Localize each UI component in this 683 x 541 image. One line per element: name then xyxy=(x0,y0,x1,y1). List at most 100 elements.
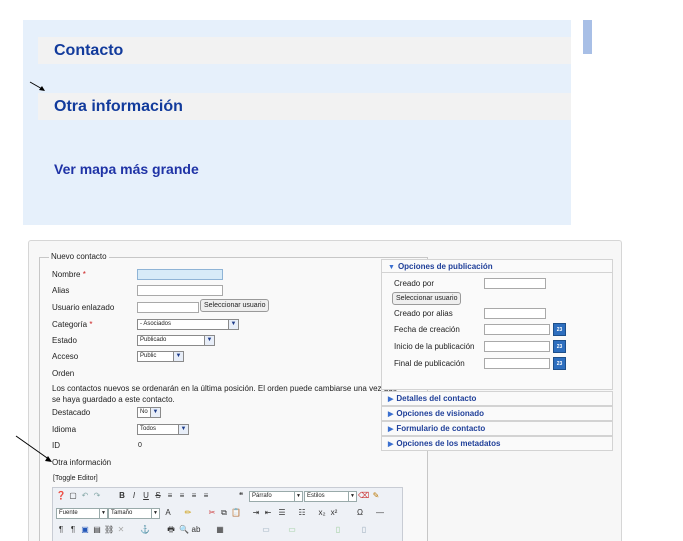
contact-heading-band: Contacto xyxy=(38,37,571,64)
chevron-down-icon: ▼ xyxy=(294,492,302,501)
created-by-select-user-button[interactable]: Seleccionar usuario xyxy=(392,292,462,305)
media-icon[interactable]: ▤ xyxy=(92,525,102,535)
outdent-icon[interactable]: ⇤ xyxy=(263,508,273,518)
select-user-button[interactable]: Seleccionar usuario xyxy=(200,299,270,312)
created-by-alias-input[interactable] xyxy=(484,308,546,319)
align-right-icon[interactable]: ≡ xyxy=(189,491,199,501)
merge-cells-icon[interactable]: ▯ xyxy=(359,525,369,535)
contact-preview: Contacto Otra información Ver mapa más g… xyxy=(23,20,571,225)
access-label: Acceso xyxy=(52,352,79,361)
link-icon[interactable]: ⛓ xyxy=(104,525,114,535)
access-select[interactable]: Public ▼ xyxy=(137,351,184,362)
contact-details-header[interactable]: ▶ Detalles del contacto xyxy=(388,394,476,403)
bold-icon[interactable]: B xyxy=(117,491,127,501)
required-mark: * xyxy=(89,320,93,329)
size-select-value: Tamaño xyxy=(111,510,133,516)
contact-form-header[interactable]: ▶ Formulario de contacto xyxy=(388,424,485,433)
calendar-icon[interactable]: 23 xyxy=(553,340,566,353)
redo-icon[interactable]: ↷ xyxy=(92,491,102,501)
chevron-down-icon: ▼ xyxy=(99,509,107,518)
view-larger-map-link[interactable]: Ver mapa más grande xyxy=(54,161,199,177)
col-before-icon[interactable]: ▯ xyxy=(333,525,343,535)
size-select[interactable]: Tamaño ▼ xyxy=(108,508,160,519)
special-char-icon[interactable]: Ω xyxy=(355,508,365,518)
calendar-icon[interactable]: 23 xyxy=(553,323,566,336)
align-justify-icon[interactable]: ≡ xyxy=(201,491,211,501)
format-select[interactable]: Párrafo ▼ xyxy=(249,491,303,502)
styles-select-value: Estilos xyxy=(307,493,325,499)
search-icon[interactable]: 🔍 xyxy=(179,525,189,535)
cut-icon[interactable]: ✂ xyxy=(207,508,217,518)
highlight-color-icon[interactable]: ✏ xyxy=(183,508,193,518)
text-color-icon[interactable]: A xyxy=(163,508,173,518)
side-scroll-tab xyxy=(583,20,592,54)
image-icon[interactable]: ▣ xyxy=(80,525,90,535)
featured-select[interactable]: No ▼ xyxy=(137,407,161,418)
subscript-icon[interactable]: x₂ xyxy=(317,508,327,518)
help-icon[interactable]: ❓ xyxy=(56,491,66,501)
copy-icon[interactable]: ⧉ xyxy=(219,508,229,518)
contact-heading: Contacto xyxy=(54,42,124,59)
language-label: Idioma xyxy=(52,425,77,434)
strikethrough-icon[interactable]: S xyxy=(153,491,163,501)
linked-user-input[interactable] xyxy=(137,302,199,313)
created-by-input[interactable] xyxy=(484,278,546,289)
toggle-editor-link[interactable]: [Toggle Editor] xyxy=(53,475,98,482)
undo-icon[interactable]: ↶ xyxy=(80,491,90,501)
category-select[interactable]: - Asociados ▼ xyxy=(137,319,239,330)
alias-input[interactable] xyxy=(137,285,223,296)
chevron-down-icon: ▼ xyxy=(348,492,356,501)
unlink-icon[interactable]: ✕ xyxy=(116,525,126,535)
rtl-icon[interactable]: ¶ xyxy=(68,525,78,535)
state-select[interactable]: Publicado ▼ xyxy=(137,335,215,346)
metadata-options-title: Opciones de los metadatos xyxy=(396,439,501,448)
print-icon[interactable]: 🖶 xyxy=(166,525,176,535)
superscript-icon[interactable]: x² xyxy=(329,508,339,518)
chevron-down-icon: ▼ xyxy=(204,336,214,345)
align-left-icon[interactable]: ≡ xyxy=(165,491,175,501)
created-by-alias-label: Creado por alias xyxy=(394,309,453,318)
blockquote-icon[interactable]: ❝ xyxy=(236,491,246,501)
paste-icon[interactable]: 📋 xyxy=(231,508,241,518)
new-document-icon[interactable]: ▢ xyxy=(68,491,78,501)
category-label-text: Categoría xyxy=(52,320,88,329)
editor-toolbar: ❓ ▢ ↶ ↷ B I U S ≡ ≡ ≡ ≡ ❝ Párrafo ▼ Esti… xyxy=(52,487,403,541)
align-center-icon[interactable]: ≡ xyxy=(177,491,187,501)
font-select[interactable]: Fuente ▼ xyxy=(56,508,108,519)
indent-icon[interactable]: ⇥ xyxy=(251,508,261,518)
contact-form-panel[interactable]: ▶ Formulario de contacto xyxy=(381,421,613,436)
numbered-list-icon[interactable]: ☰ xyxy=(277,508,287,518)
cleanup-icon[interactable]: ✎ xyxy=(371,491,381,501)
created-by-label: Creado por xyxy=(394,279,435,288)
underline-icon[interactable]: U xyxy=(141,491,151,501)
name-input[interactable] xyxy=(137,269,223,280)
language-select[interactable]: Todos ▼ xyxy=(137,424,189,435)
styles-select[interactable]: Estilos ▼ xyxy=(304,491,357,502)
triangle-right-icon: ▶ xyxy=(388,426,394,433)
display-options-panel[interactable]: ▶ Opciones de visionado xyxy=(381,406,613,421)
publish-up-input[interactable] xyxy=(484,341,550,352)
table-icon[interactable]: ▦ xyxy=(215,525,225,535)
triangle-right-icon: ▶ xyxy=(388,441,394,448)
clear-formatting-icon[interactable]: ⌫ xyxy=(358,491,369,501)
replace-icon[interactable]: ab xyxy=(191,525,201,535)
featured-label: Destacado xyxy=(52,408,91,417)
triangle-down-icon: ▼ xyxy=(388,264,395,271)
contact-details-panel[interactable]: ▶ Detalles del contacto xyxy=(381,391,613,406)
bullet-list-icon[interactable]: ☷ xyxy=(297,508,307,518)
horizontal-rule-icon[interactable]: — xyxy=(375,508,385,518)
publishing-options-header[interactable]: ▼ Opciones de publicación xyxy=(388,262,493,271)
display-options-header[interactable]: ▶ Opciones de visionado xyxy=(388,409,484,418)
anchor-icon[interactable]: ⚓ xyxy=(140,525,150,535)
ltr-icon[interactable]: ¶ xyxy=(56,525,66,535)
row-after-icon[interactable]: ▭ xyxy=(287,525,297,535)
publish-down-input[interactable] xyxy=(484,358,550,369)
row-before-icon[interactable]: ▭ xyxy=(261,525,271,535)
calendar-icon[interactable]: 23 xyxy=(553,357,566,370)
created-date-input[interactable] xyxy=(484,324,550,335)
category-label: Categoría * xyxy=(52,320,93,329)
metadata-options-header[interactable]: ▶ Opciones de los metadatos xyxy=(388,439,500,448)
triangle-right-icon: ▶ xyxy=(388,396,394,403)
metadata-options-panel[interactable]: ▶ Opciones de los metadatos xyxy=(381,436,613,451)
italic-icon[interactable]: I xyxy=(129,491,139,501)
